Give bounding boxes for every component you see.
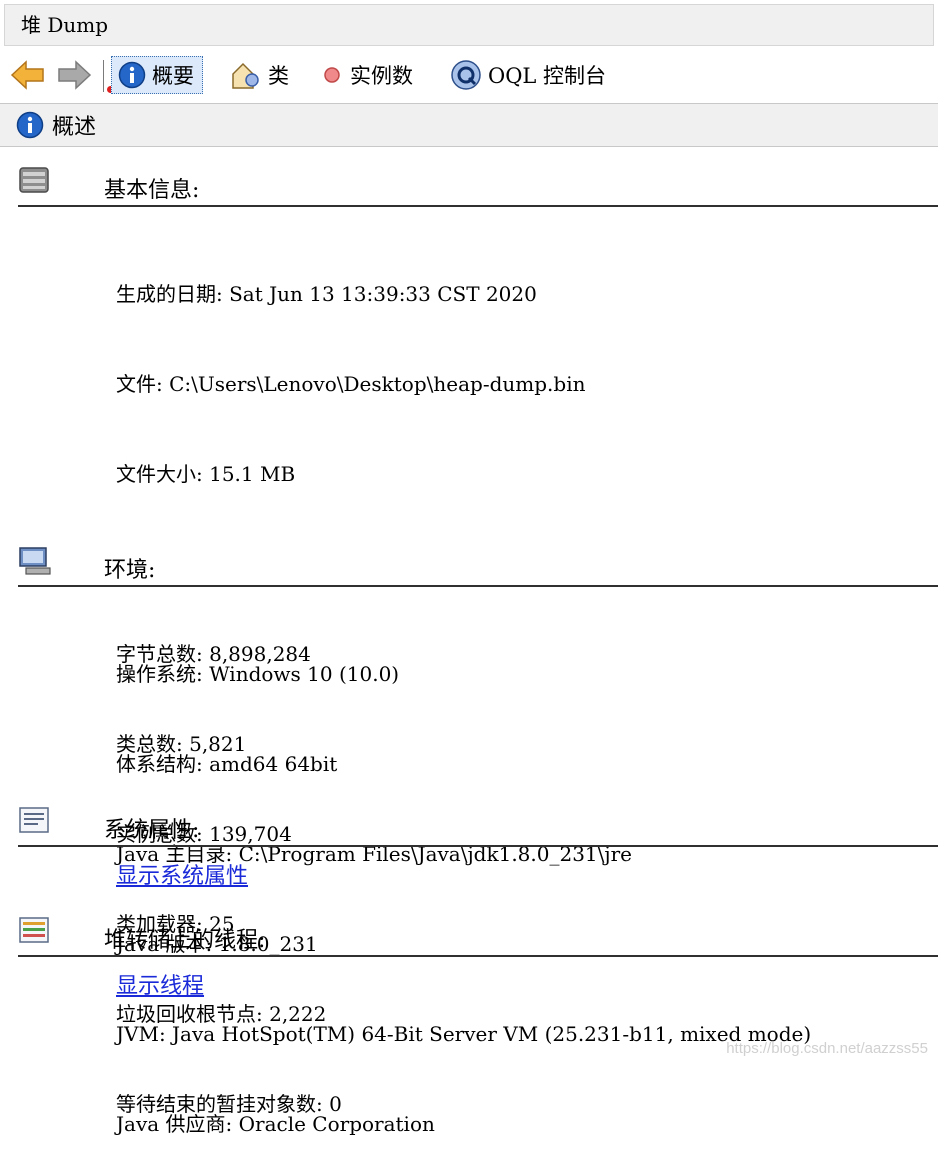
info-row: JVM: Java HotSpot(TM) 64-Bit Server VM (…: [116, 1022, 812, 1046]
info-row: 文件大小: 15.1 MB: [116, 462, 296, 486]
info-row: Java 供应商: Oracle Corporation: [116, 1112, 435, 1136]
computer-icon: [19, 547, 51, 575]
classes-button[interactable]: 类: [230, 56, 289, 94]
info-row: [116, 549, 585, 579]
overview-title: 概述: [52, 115, 97, 140]
oql-icon: [451, 60, 481, 90]
environment-divider: [18, 585, 938, 587]
threads-divider: [18, 955, 938, 957]
instances-button[interactable]: 实例数: [320, 56, 413, 94]
threads-icon: [19, 917, 49, 943]
document-icon: [19, 807, 49, 833]
forward-button[interactable]: [56, 56, 92, 94]
info-row: 生成的日期: Sat Jun 13 13:39:33 CST 2020: [116, 282, 537, 306]
classes-icon: [232, 62, 259, 89]
basic-info-title: 基本信息:: [104, 178, 200, 203]
oql-console-label: OQL 控制台: [488, 64, 607, 88]
summary-label: 概要: [152, 64, 194, 88]
show-threads-link[interactable]: 显示线程: [116, 968, 204, 1000]
watermark: https://blog.csdn.net/aazzss55: [726, 1040, 928, 1057]
info-icon: [16, 111, 44, 139]
info-row: 文件: C:\Users\Lenovo\Desktop\heap-dump.bi…: [116, 372, 586, 396]
info-icon: [118, 61, 146, 89]
basic-info-divider: [18, 205, 938, 207]
instance-dot-icon: [324, 67, 340, 83]
threads-title: 堆转储上的线程:: [104, 928, 266, 953]
summary-button[interactable]: 概要: [111, 56, 203, 94]
window-title: 堆 Dump: [4, 4, 934, 46]
info-row: 操作系统: Windows 10 (10.0): [116, 662, 400, 686]
instances-label: 实例数: [350, 64, 413, 88]
overview-header: 概述: [0, 103, 938, 147]
classes-label: 类: [268, 64, 289, 88]
show-system-properties-link[interactable]: 显示系统属性: [116, 858, 248, 890]
info-row: 体系结构: amd64 64bit: [116, 752, 338, 776]
forward-arrow-icon: [58, 60, 92, 90]
back-button[interactable]: [10, 56, 46, 94]
oql-console-button[interactable]: OQL 控制台: [450, 56, 606, 94]
toolbar-separator: [103, 60, 104, 92]
back-arrow-icon: [10, 60, 44, 90]
environment-title: 环境:: [104, 558, 156, 583]
system-properties-divider: [18, 845, 938, 847]
system-properties-title: 系统属性:: [104, 818, 200, 843]
toolbar: 概要 类 实例数 OQL 控制台: [0, 50, 938, 100]
storage-icon: [19, 167, 49, 193]
